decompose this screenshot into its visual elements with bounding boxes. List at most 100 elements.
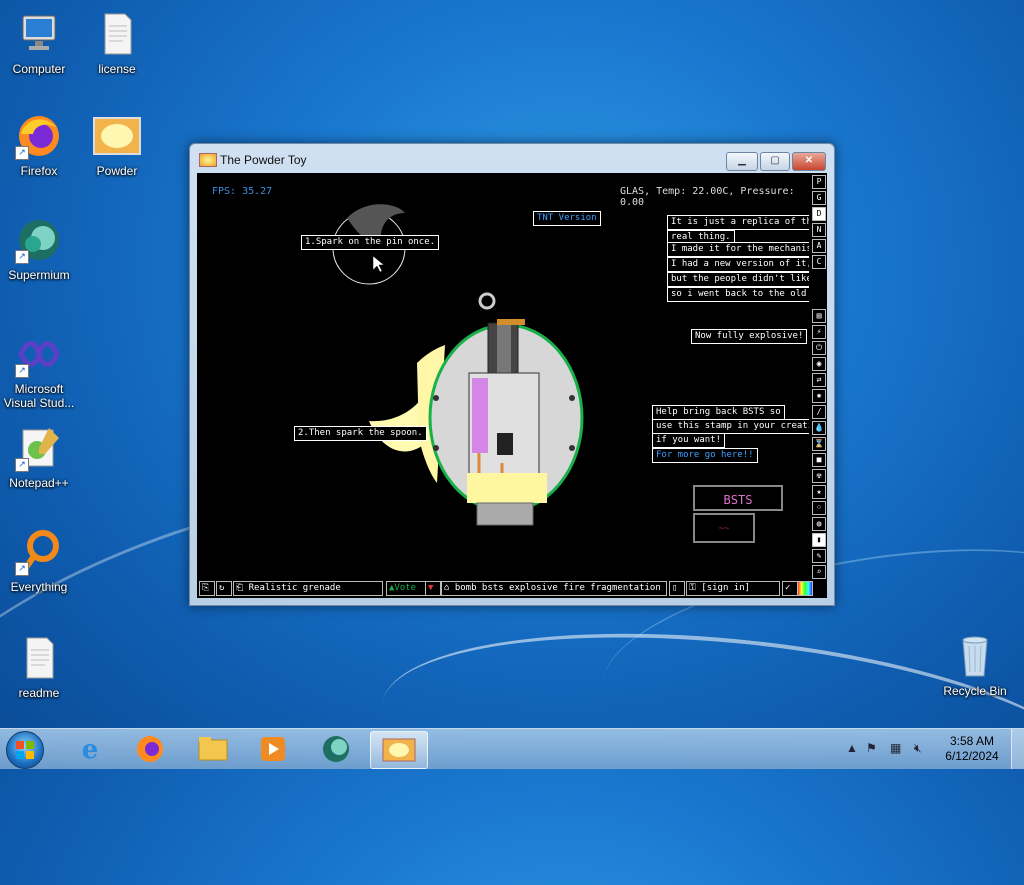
minimize-icon: ▁ — [738, 155, 746, 166]
render-options-icon[interactable] — [797, 581, 813, 596]
open-icon[interactable]: ⎘ — [199, 581, 215, 596]
note-step-1: 1.Spark on the pin once. — [301, 235, 440, 250]
desktop-icon-label: Recycle Bin — [943, 684, 1007, 698]
desktop-icon-computer[interactable]: Computer — [1, 10, 77, 76]
category-solids-icon[interactable]: ■ — [812, 453, 826, 467]
note-replica-1: It is just a replica of the — [667, 215, 809, 230]
desktop-icon-label: Notepad++ — [9, 476, 69, 490]
desktop-icon-firefox[interactable]: ↗ Firefox — [1, 112, 77, 178]
visual-studio-icon: ↗ — [15, 330, 63, 378]
category-powders-icon[interactable]: ⌛ — [812, 437, 826, 451]
category-powered-icon[interactable]: ⏻ — [812, 341, 826, 355]
desktop-icon-notepadpp[interactable]: ↗ Notepad++ — [1, 424, 77, 490]
powder-toy-icon — [382, 738, 416, 762]
category-decoration-icon[interactable]: ✎ — [812, 549, 826, 563]
taskbar-media-player[interactable] — [245, 731, 301, 767]
volume-muted-icon[interactable]: 🔇︎ — [914, 741, 922, 756]
category-tools-icon[interactable]: ▮ — [812, 533, 826, 547]
reload-icon[interactable]: ↻ — [216, 581, 232, 596]
category-special-icon[interactable]: ★ — [812, 485, 826, 499]
powder-toy-window[interactable]: The Powder Toy ▁ ▢ ✕ FPS: 35.27 GLAS, Te… — [189, 143, 835, 606]
clock-time: 3:58 AM — [949, 734, 995, 748]
firefox-icon — [137, 736, 163, 762]
note-tnt-version: TNT Version — [533, 211, 601, 226]
taskbar-supermium[interactable] — [308, 731, 364, 767]
desktop-icon-powder[interactable]: Powder — [79, 112, 155, 178]
category-life-icon[interactable]: ◍ — [812, 517, 826, 531]
category-force-icon[interactable]: ⇄ — [812, 373, 826, 387]
desktop-icon-visual-studio[interactable]: ↗ Microsoft Visual Stud... — [1, 330, 77, 410]
save-icon: ⎗ — [236, 583, 249, 593]
save-name-button[interactable]: ⎗ Realistic grenade — [233, 581, 383, 596]
start-button[interactable] — [6, 731, 44, 769]
shortcut-arrow-icon: ↗ — [15, 562, 29, 576]
category-gases-icon[interactable]: ∕ — [812, 405, 826, 419]
note-step-2: 2.Then spark the spoon. — [294, 426, 427, 441]
taskbar-powder-toy[interactable] — [370, 731, 428, 769]
tool-g-button[interactable]: G — [812, 191, 826, 205]
everything-search-icon: ↗ — [15, 528, 63, 576]
desktop-icon-label: Firefox — [20, 164, 58, 178]
category-explosives-icon[interactable]: ✸ — [812, 389, 826, 403]
svg-text:~~: ~~ — [719, 524, 730, 534]
tool-p-button[interactable]: P — [812, 175, 826, 189]
media-player-icon — [261, 737, 285, 761]
category-liquids-icon[interactable]: 💧 — [812, 421, 826, 435]
tags-button[interactable]: ⌂ bomb bsts explosive fire fragmentation… — [441, 581, 667, 596]
vote-down-button[interactable]: ▼ — [425, 581, 441, 596]
taskbar: e ▲ ⚑ ▦ 🔇︎ 3:58 AM 6/12/2024 — [0, 728, 1024, 769]
window-titlebar[interactable]: The Powder Toy ▁ ▢ ✕ — [190, 144, 834, 173]
desktop-icon-readme[interactable]: readme — [1, 634, 77, 700]
category-walls-icon[interactable]: ▤ — [812, 309, 826, 323]
right-toolbar: P G D N A C ▤ ⚡ ⏻ ◉ ⇄ ✸ ∕ 💧 ⌛ ■ ☢ ★ ⁘ ◍ … — [811, 173, 827, 598]
minimize-button[interactable]: ▁ — [726, 152, 758, 171]
desktop-icon-recycle-bin[interactable]: Recycle Bin — [937, 632, 1013, 698]
note-replica-6: so i went back to the old one! — [667, 287, 809, 302]
windows-logo-icon — [16, 741, 34, 759]
note-more-link[interactable]: For more go here!! — [652, 448, 758, 463]
close-button[interactable]: ✕ — [792, 152, 826, 171]
category-radioactive-icon[interactable]: ☢ — [812, 469, 826, 483]
desktop-icon-label: Microsoft Visual Stud... — [3, 382, 75, 410]
key-icon: ⚿ — [689, 583, 702, 593]
vote-label: Vote — [394, 583, 417, 593]
category-particles-icon[interactable]: ⁘ — [812, 501, 826, 515]
show-hidden-icons[interactable]: ▲ — [846, 741, 858, 755]
desktop-icon-license[interactable]: license — [79, 10, 155, 76]
search-icon[interactable]: ⌕ — [812, 565, 826, 579]
note-bsts-1: Help bring back BSTS so — [652, 405, 785, 420]
window-title: The Powder Toy — [220, 153, 307, 167]
bottom-toolbar: ⎘ ↻ ⎗ Realistic grenade ▲Vote ▼ ⌂ bomb b… — [197, 581, 827, 598]
shortcut-arrow-icon: ↗ — [15, 458, 29, 472]
action-center-flag-icon[interactable]: ⚑ — [866, 741, 877, 755]
system-clock[interactable]: 3:58 AM 6/12/2024 — [942, 734, 1002, 764]
taskbar-internet-explorer[interactable]: e — [62, 731, 118, 767]
game-client-area[interactable]: FPS: 35.27 GLAS, Temp: 22.00C, Pressure:… — [197, 173, 827, 598]
clear-sim-icon[interactable]: ▯ — [669, 581, 685, 596]
tool-d-button[interactable]: D — [812, 207, 826, 221]
maximize-button[interactable]: ▢ — [760, 152, 790, 171]
shortcut-arrow-icon: ↗ — [15, 250, 29, 264]
settings-icon[interactable]: ✓ — [782, 581, 798, 596]
desktop-icon-supermium[interactable]: ↗ Supermium — [1, 216, 77, 282]
tool-n-button[interactable]: N — [812, 223, 826, 237]
shortcut-arrow-icon: ↗ — [15, 146, 29, 160]
show-desktop-button[interactable] — [1011, 729, 1024, 769]
desktop-icon-everything[interactable]: ↗ Everything — [1, 528, 77, 594]
tool-c-button[interactable]: C — [812, 255, 826, 269]
close-icon: ✕ — [804, 155, 814, 166]
vote-up-button[interactable]: ▲Vote — [386, 581, 426, 596]
internet-explorer-icon: e — [82, 735, 99, 765]
network-icon[interactable]: ▦ — [890, 741, 901, 755]
category-electronics-icon[interactable]: ⚡ — [812, 325, 826, 339]
category-sensors-icon[interactable]: ◉ — [812, 357, 826, 371]
simulation-canvas[interactable]: FPS: 35.27 GLAS, Temp: 22.00C, Pressure:… — [197, 173, 809, 581]
note-replica-3: I made it for the mechanism. — [667, 242, 809, 257]
taskbar-file-explorer[interactable] — [185, 731, 241, 767]
tool-a-button[interactable]: A — [812, 239, 826, 253]
document-icon — [93, 10, 141, 58]
notepadpp-icon: ↗ — [15, 424, 63, 472]
taskbar-firefox[interactable] — [122, 731, 178, 767]
sign-in-button[interactable]: ⚿ [sign in] — [686, 581, 780, 596]
firefox-icon: ↗ — [15, 112, 63, 160]
